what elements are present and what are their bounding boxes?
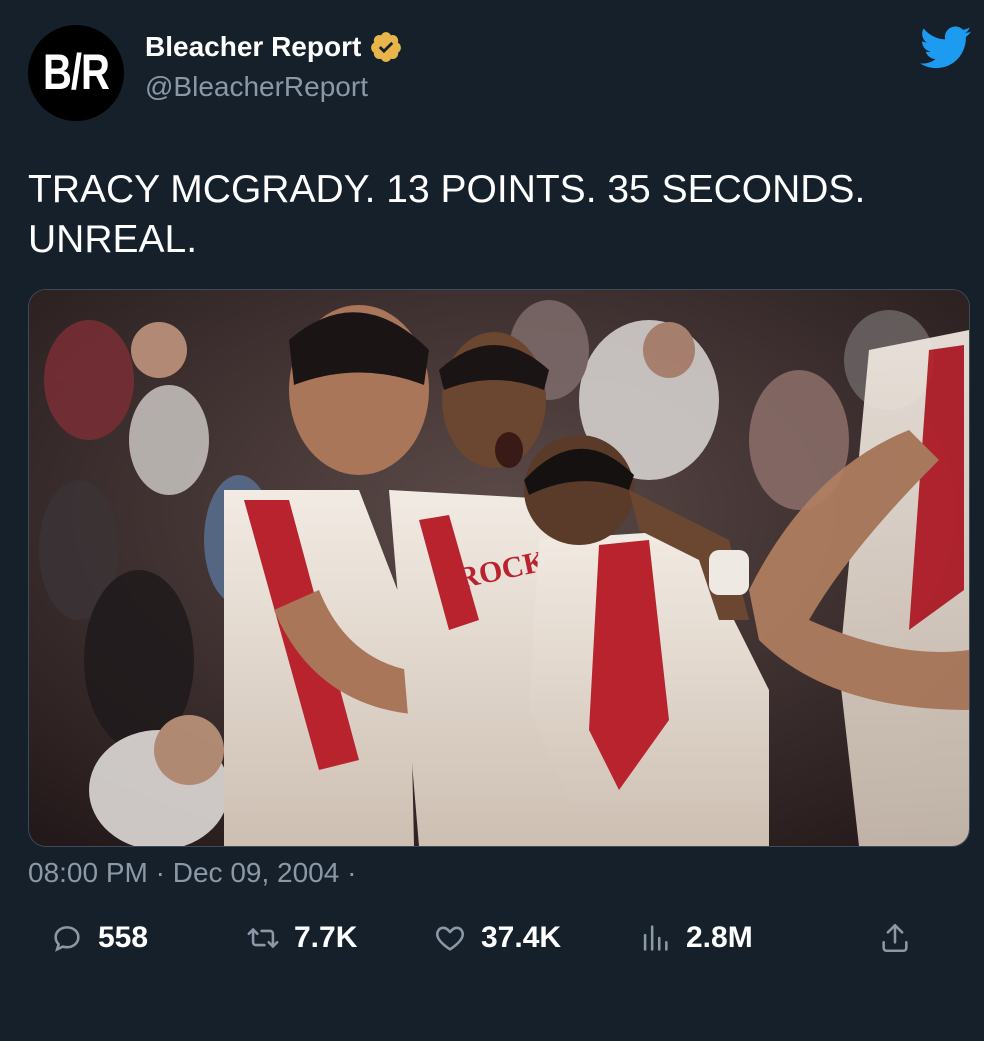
tweet-time: 08:00 PM [28, 857, 148, 888]
retweet-count: 7.7K [294, 921, 358, 954]
verified-badge-icon [371, 32, 402, 62]
tweet-timestamp[interactable]: 08:00 PM · Dec 09, 2004 · [28, 857, 356, 889]
reply-icon [54, 926, 80, 952]
author-name-row: Bleacher Report [145, 30, 403, 64]
tweet-text: TRACY MCGRADY. 13 POINTS. 35 SECONDS. UN… [28, 165, 948, 265]
reply-button[interactable]: 558 [50, 915, 148, 961]
reply-count: 558 [98, 921, 149, 954]
display-name[interactable]: Bleacher Report [145, 31, 361, 63]
user-handle[interactable]: @BleacherReport [145, 71, 368, 103]
tweet-photo[interactable]: ROCK [28, 289, 970, 847]
views-count: 2.8M [686, 921, 753, 954]
views-button[interactable]: 2.8M [638, 915, 753, 961]
tweet-action-bar: 558 7.7K 37.4K 2.8M [0, 915, 984, 961]
like-button[interactable]: 37.4K [433, 915, 561, 961]
avatar-logo-text: B/R [43, 44, 110, 100]
share-icon [882, 923, 908, 953]
tweet-text-line-2: UNREAL. [28, 218, 198, 261]
tweet-date: Dec 09, 2004 [172, 857, 340, 888]
avatar[interactable]: B/R [28, 25, 124, 121]
retweet-button[interactable]: 7.7K [246, 915, 357, 961]
like-icon [436, 926, 464, 951]
retweet-icon [247, 928, 279, 948]
meta-trailing-dot: · [339, 857, 357, 888]
tweet-text-line-1: TRACY MCGRADY. 13 POINTS. 35 SECONDS. [28, 168, 866, 211]
meta-separator: · [147, 857, 173, 888]
like-count: 37.4K [481, 921, 562, 954]
twitter-bird-icon[interactable] [920, 26, 972, 70]
share-button[interactable] [878, 915, 912, 961]
views-icon [643, 925, 668, 951]
basketball-celebration-photo: ROCK [29, 290, 969, 846]
